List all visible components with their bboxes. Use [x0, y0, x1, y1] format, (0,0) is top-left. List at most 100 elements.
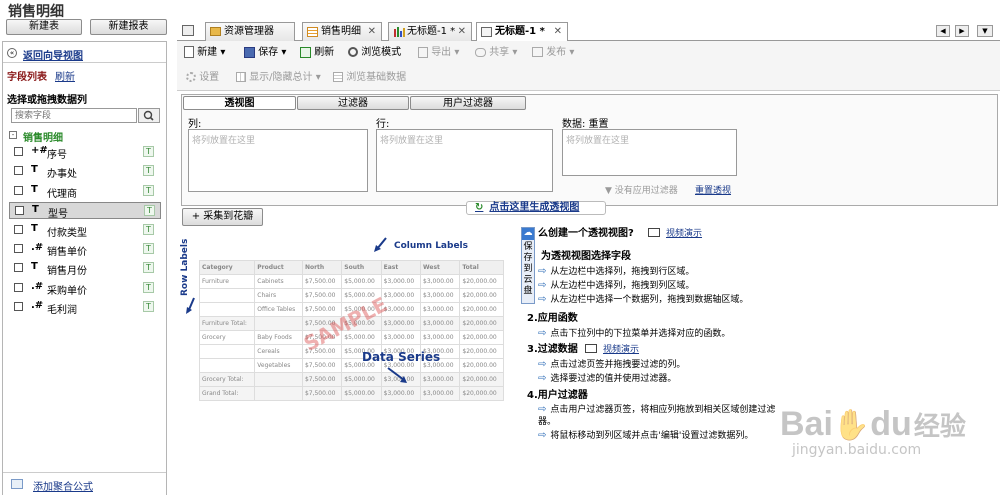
field-checkbox[interactable] [14, 302, 23, 312]
filter-icon[interactable]: T [144, 205, 155, 217]
search-icon[interactable] [138, 108, 160, 123]
filter-icon[interactable]: T [143, 165, 154, 177]
tab-untitled-1[interactable]: 无标题-1 * ✕ [388, 22, 472, 41]
filter-icon[interactable]: T [143, 262, 154, 274]
row-labels-arrow [186, 297, 195, 314]
table-row: Grand Total: $7,500.00 $5,000.00 $3,000.00 $… [198, 386, 504, 401]
list-item: ⇨ 点击下拉列中的下拉菜单并选择对应的函数。 [538, 328, 731, 339]
list-item: ⇨ 从左边栏中选择列，拖拽到列区域。 [538, 280, 695, 291]
new-button[interactable]: 新建 ▾ [184, 46, 225, 60]
tab-untitled-1-active[interactable]: 无标题-1 * ✕ [476, 22, 568, 42]
field-item[interactable]: T 付款类型 T [9, 222, 161, 239]
browse-data-button[interactable]: 浏览基础数据 [333, 71, 406, 85]
help-step-3-items: ⇨ 点击过滤页签并拖拽要过滤的列。 ⇨ 选择要过滤的值并使用过滤器。 [538, 359, 685, 387]
filter-icon[interactable]: T [143, 223, 154, 235]
field-item[interactable]: .# 销售单价 T [9, 241, 161, 258]
field-item[interactable]: +# 序号 T [9, 144, 161, 161]
list-item: ⇨ 从左边栏中选择一个数据列，拖拽到数据轴区域。 [538, 294, 749, 305]
generate-pivot-button[interactable]: ↻ 点击这里生成透视图 [466, 201, 606, 215]
filter-icon[interactable]: T [143, 184, 154, 196]
arrow-right-icon: ⇨ [538, 404, 547, 415]
monitor-icon [585, 344, 597, 353]
tab-pivot[interactable]: 透视图 [183, 96, 296, 110]
collect-button[interactable]: + 采集到花瓣 [182, 208, 263, 226]
field-type-icon: .# [31, 242, 44, 253]
field-type-icon: T [31, 183, 38, 195]
field-checkbox[interactable] [14, 282, 23, 292]
browse-mode-button[interactable]: 浏览模式 [348, 46, 401, 60]
field-item[interactable]: T 代理商 T [9, 183, 161, 200]
new-report-button[interactable]: 新建报表 [90, 19, 167, 35]
filter-icon[interactable]: T [143, 146, 154, 157]
arrow-right-icon: ⇨ [538, 430, 547, 441]
field-checkbox[interactable] [14, 244, 23, 253]
column-drop-zone[interactable]: 将列放置在这里 [188, 129, 368, 192]
field-label: 办事处 [47, 169, 77, 181]
filter-icon[interactable]: T [143, 243, 154, 254]
export-button[interactable]: 导出 ▾ [418, 46, 459, 60]
table-icon [307, 27, 318, 37]
share-button[interactable]: 共享 ▾ [475, 46, 517, 60]
field-type-icon: T [31, 222, 38, 234]
back-to-wizard-link[interactable]: 返回向导视图 [23, 47, 83, 62]
gear-icon [186, 72, 196, 82]
row-drop-zone[interactable]: 将列放置在这里 [376, 129, 553, 192]
field-item[interactable]: .# 采购单价 T [9, 280, 161, 297]
field-item[interactable]: T 型号 T [9, 202, 161, 220]
arrow-right-icon: ⇨ [538, 373, 547, 384]
field-type-icon: .# [31, 300, 44, 312]
baidu-watermark: Bai✋du经验 jingyan.baidu.com [780, 405, 966, 458]
close-icon[interactable]: ✕ [368, 23, 376, 40]
data-drop-zone[interactable]: 将列放置在这里 [562, 129, 737, 176]
field-checkbox[interactable] [14, 185, 23, 195]
close-icon[interactable]: ✕ [554, 23, 562, 40]
field-type-icon: T [32, 204, 39, 216]
field-list-label: 字段列表 [7, 72, 47, 83]
new-table-button[interactable]: 新建表 [6, 19, 82, 35]
apply-filter-link[interactable]: ▼ 没有应用过滤器 [605, 183, 678, 196]
data-series-caption: Data Series [362, 350, 441, 364]
field-checkbox[interactable] [14, 263, 23, 273]
add-formula-link[interactable]: 添加聚合公式 [33, 478, 93, 493]
filter-icon[interactable]: T [143, 301, 154, 313]
help-step-2-items: ⇨ 点击下拉列中的下拉菜单并选择对应的函数。 [538, 328, 730, 342]
field-checkbox[interactable] [14, 224, 23, 234]
tab-restore-icon[interactable] [182, 25, 194, 36]
field-checkbox[interactable] [15, 206, 24, 216]
collapse-icon[interactable]: « [7, 48, 17, 58]
show-hide-totals-button[interactable]: 显示/隐藏总计 ▾ [236, 71, 321, 85]
filter-icon[interactable]: T [143, 281, 154, 293]
save-button[interactable]: 保存 ▾ [244, 46, 286, 60]
tab-resource-manager[interactable]: 资源管理器 [205, 22, 295, 41]
tab-user-filter[interactable]: 用户过滤器 [410, 96, 526, 110]
help-video-link[interactable]: 视频演示 [666, 228, 702, 240]
list-item: ⇨ 点击过滤页签并拖拽要过滤的列。 [538, 359, 686, 370]
chevron-down-icon: ▾ [281, 47, 287, 58]
choose-label: 选择或拖拽数据列 [7, 95, 87, 106]
field-label: 销售月份 [47, 266, 87, 278]
search-input[interactable] [11, 108, 137, 123]
refresh-link[interactable]: 刷新 [55, 68, 75, 83]
tab-prev-icon[interactable]: ◀ [936, 25, 950, 37]
help-step-3-video-link[interactable]: 视频演示 [603, 344, 639, 356]
tab-filter[interactable]: 过滤器 [297, 96, 409, 110]
publish-button[interactable]: 发布 ▾ [532, 46, 574, 60]
field-checkbox[interactable] [14, 166, 23, 176]
field-item[interactable]: .# 毛利润 T [9, 299, 161, 316]
tab-sales-detail[interactable]: 销售明细 ✕ [302, 22, 382, 41]
save-to-cloud-tab[interactable]: ☁ 保存到云盘 [521, 227, 535, 304]
tab-menu-icon[interactable]: ▼ [977, 25, 993, 37]
field-item[interactable]: T 办事处 T [9, 163, 161, 180]
tab-next-icon[interactable]: ▶ [955, 25, 969, 37]
field-type-icon: .# [31, 280, 44, 292]
group-toggle-icon[interactable]: - [9, 131, 17, 139]
settings-button[interactable]: 设置 [186, 71, 219, 85]
grid-icon [236, 72, 246, 82]
refresh-button[interactable]: 刷新 [300, 46, 334, 60]
close-icon[interactable]: ✕ [458, 23, 466, 40]
field-checkbox[interactable] [14, 147, 23, 156]
field-item[interactable]: T 销售月份 T [9, 260, 161, 277]
paw-icon: ✋ [832, 408, 871, 443]
reset-pivot-link[interactable]: 重置透视 [695, 183, 731, 196]
refresh-icon: ↻ [475, 202, 484, 213]
